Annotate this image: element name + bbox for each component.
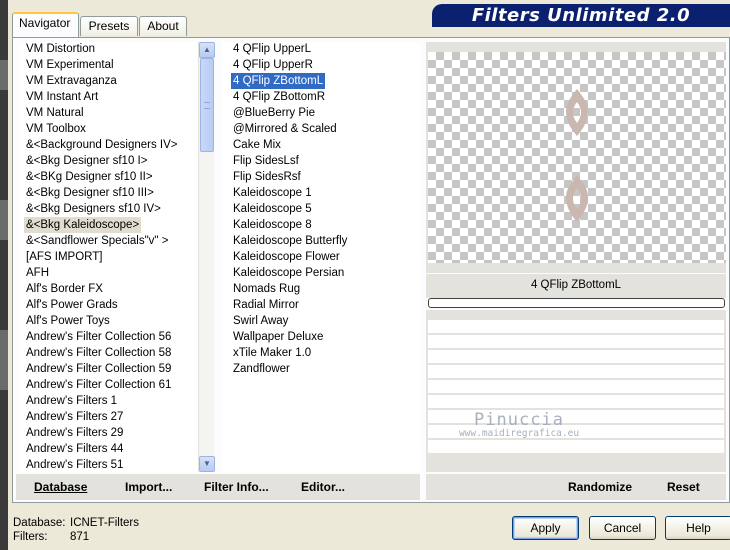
- filter-item[interactable]: Nomads Rug: [231, 281, 302, 297]
- edge-segment: [0, 330, 8, 390]
- category-item[interactable]: VM Extravaganza: [24, 73, 119, 89]
- filter-item[interactable]: @Mirrored & Scaled: [231, 121, 339, 137]
- grip-icon: [204, 102, 210, 109]
- filter-item[interactable]: 4 QFlip UpperL: [231, 41, 313, 57]
- parameter-row[interactable]: [428, 365, 724, 379]
- category-item[interactable]: Alf's Border FX: [24, 281, 105, 297]
- randomize-button[interactable]: Randomize: [568, 480, 632, 494]
- category-item[interactable]: AFH: [24, 265, 51, 281]
- category-list[interactable]: VM Distortion VM Experimental VM Extravaga…: [20, 42, 200, 472]
- preview-shape-bottom: [566, 175, 588, 222]
- progress-bar: [428, 298, 725, 308]
- category-item[interactable]: Andrew's Filters 51: [24, 457, 125, 472]
- filter-item[interactable]: 4 QFlip UpperR: [231, 57, 315, 73]
- apply-button[interactable]: Apply: [512, 516, 579, 540]
- category-item[interactable]: VM Experimental: [24, 57, 116, 73]
- filter-item[interactable]: Zandflower: [231, 361, 292, 377]
- filter-info-button[interactable]: Filter Info...: [204, 480, 269, 494]
- database-button[interactable]: Database: [34, 480, 87, 494]
- filter-item[interactable]: Kaleidoscope Persian: [231, 265, 346, 281]
- status-area: Database: ICNET-Filters Filters: 871: [13, 516, 139, 544]
- category-item[interactable]: Andrew's Filter Collection 61: [24, 377, 173, 393]
- category-item[interactable]: VM Toolbox: [24, 121, 88, 137]
- app-title: Filters Unlimited 2.0: [432, 4, 730, 27]
- category-item[interactable]: Andrew's Filter Collection 56: [24, 329, 173, 345]
- parameter-row[interactable]: [428, 395, 724, 409]
- filter-item[interactable]: Kaleidoscope Flower: [231, 249, 342, 265]
- parameter-row[interactable]: [428, 380, 724, 394]
- category-item[interactable]: &<Bkg Designers sf10 IV>: [24, 201, 163, 217]
- category-item[interactable]: Andrew's Filters 1: [24, 393, 119, 409]
- help-button[interactable]: Help: [665, 516, 730, 540]
- watermark-url: www.maidiregrafica.eu: [458, 428, 580, 439]
- category-item[interactable]: &<Background Designers IV>: [24, 137, 180, 153]
- category-item[interactable]: Andrew's Filter Collection 59: [24, 361, 173, 377]
- preview-canvas: [428, 52, 726, 263]
- category-item[interactable]: VM Instant Art: [24, 89, 100, 105]
- parameter-row[interactable]: [428, 335, 724, 349]
- filter-item[interactable]: Cake Mix: [231, 137, 283, 153]
- category-item[interactable]: Alf's Power Toys: [24, 313, 112, 329]
- category-item[interactable]: &<Sandflower Specials"v" >: [24, 233, 170, 249]
- category-item[interactable]: Alf's Power Grads: [24, 297, 120, 313]
- editor-button[interactable]: Editor...: [301, 480, 345, 494]
- reset-button[interactable]: Reset: [667, 480, 700, 494]
- preview-filter-name: 4 QFlip ZBottomL: [530, 279, 622, 291]
- parameter-row[interactable]: [428, 320, 724, 334]
- filter-item[interactable]: @BlueBerry Pie: [231, 105, 317, 121]
- category-item[interactable]: VM Distortion: [24, 42, 97, 57]
- parameter-row[interactable]: [428, 440, 724, 454]
- filter-item[interactable]: 4 QFlip ZBottomR: [231, 89, 327, 105]
- filter-item[interactable]: Flip SidesRsf: [231, 169, 303, 185]
- category-item[interactable]: Andrew's Filters 29: [24, 425, 125, 441]
- category-scrollbar[interactable]: ▲ ▼: [198, 42, 215, 472]
- category-item[interactable]: &<Bkg Designer sf10 I>: [24, 153, 149, 169]
- category-item[interactable]: &<Bkg Kaleidoscope>: [24, 217, 142, 233]
- filters-count: 871: [70, 531, 90, 543]
- filters-label: Filters:: [13, 531, 48, 543]
- filter-item[interactable]: Kaleidoscope 5: [231, 201, 314, 217]
- tab-presets[interactable]: Presets: [80, 16, 138, 36]
- scroll-thumb[interactable]: [200, 58, 214, 152]
- category-item[interactable]: &<BKg Designer sf10 II>: [24, 169, 155, 185]
- filter-item[interactable]: Radial Mirror: [231, 297, 301, 313]
- filter-item[interactable]: xTile Maker 1.0: [231, 345, 313, 361]
- category-item[interactable]: VM Natural: [24, 105, 86, 121]
- filter-item[interactable]: Kaleidoscope 8: [231, 217, 314, 233]
- category-item[interactable]: &<Bkg Designer sf10 III>: [24, 185, 156, 201]
- import-button[interactable]: Import...: [125, 480, 172, 494]
- filter-list[interactable]: 4 QFlip UpperL 4 QFlip UpperR 4 QFlip ZBot…: [222, 42, 420, 472]
- category-item[interactable]: [AFS IMPORT]: [24, 249, 104, 265]
- category-item[interactable]: Andrew's Filter Collection 58: [24, 345, 173, 361]
- filter-item[interactable]: Wallpaper Deluxe: [231, 329, 325, 345]
- scroll-down-button[interactable]: ▼: [199, 456, 215, 472]
- watermark: Pinuccia www.maidiregrafica.eu: [454, 410, 584, 439]
- preview-shape-top: [566, 89, 588, 136]
- window-edge: [0, 0, 8, 550]
- tab-about[interactable]: About: [139, 16, 187, 36]
- tab-navigator[interactable]: Navigator: [12, 12, 79, 37]
- category-item[interactable]: Andrew's Filters 44: [24, 441, 125, 457]
- filter-item[interactable]: Swirl Away: [231, 313, 290, 329]
- filter-item[interactable]: Kaleidoscope Butterfly: [231, 233, 349, 249]
- category-item[interactable]: Andrew's Filters 27: [24, 409, 125, 425]
- edge-segment: [0, 60, 8, 90]
- database-value: ICNET-Filters: [70, 517, 139, 529]
- cancel-button[interactable]: Cancel: [589, 516, 656, 540]
- parameter-row[interactable]: [428, 350, 724, 364]
- filter-item[interactable]: 4 QFlip ZBottomL: [231, 73, 326, 89]
- edge-segment: [0, 200, 8, 240]
- scroll-up-button[interactable]: ▲: [199, 42, 215, 58]
- filter-item[interactable]: Flip SidesLsf: [231, 153, 301, 169]
- filter-item[interactable]: Kaleidoscope 1: [231, 185, 314, 201]
- parameters-panel: [426, 310, 726, 472]
- watermark-name: Pinuccia: [474, 410, 564, 430]
- database-label: Database:: [13, 517, 66, 529]
